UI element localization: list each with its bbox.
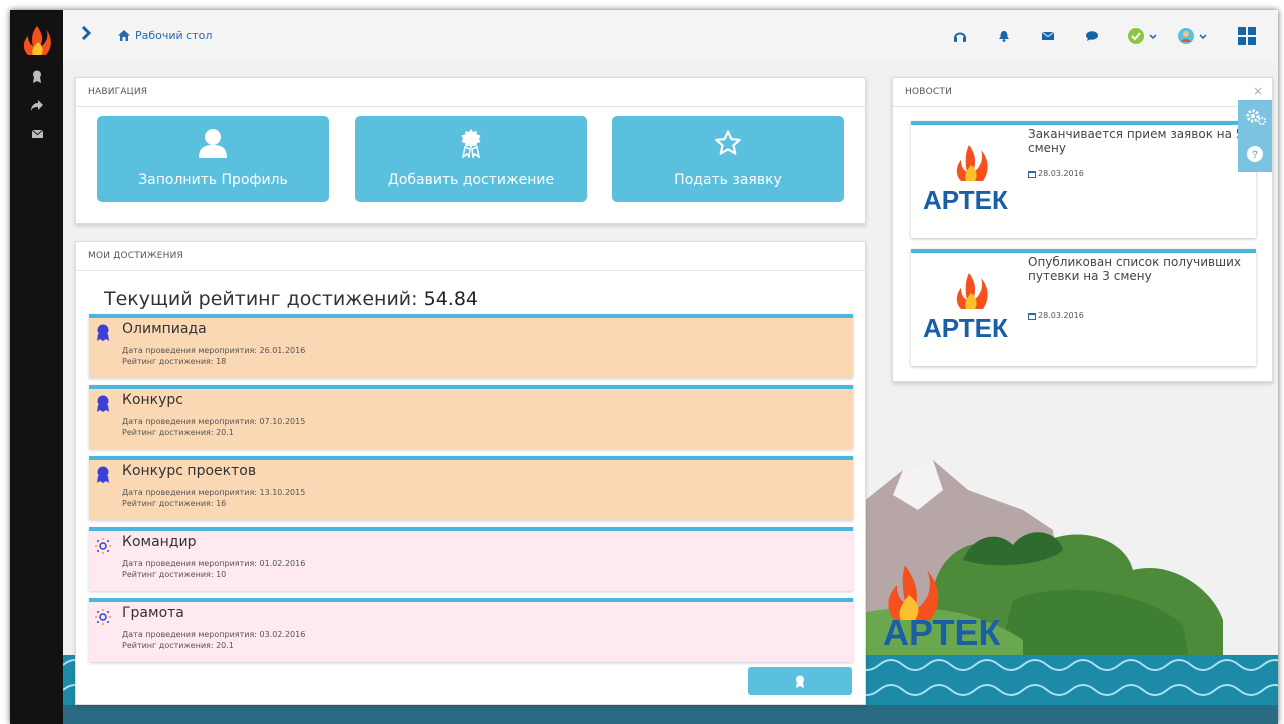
breadcrumb[interactable]: Рабочий стол: [118, 29, 212, 42]
news-title[interactable]: Опубликован список получивших путевки на…: [1028, 255, 1252, 283]
news-panel-title: НОВОСТИ: [893, 78, 1272, 107]
news-date-text: 28.03.2016: [1038, 169, 1084, 178]
achievement-item[interactable]: Конкурс Дата проведения мероприятия: 07.…: [89, 385, 853, 449]
current-rating-value: 54.84: [423, 288, 479, 310]
sun-icon: [95, 538, 111, 554]
medal-icon: [97, 395, 109, 412]
artek-logo: АРТЕК: [923, 273, 1008, 343]
achievement-rating: Рейтинг достижения: 10: [122, 570, 227, 579]
navigation-panel: НАВИГАЦИЯ Заполнить Профиль Добавить дос…: [75, 77, 866, 224]
achievement-date: Дата проведения мероприятия: 03.02.2016: [122, 630, 306, 639]
news-item[interactable]: АРТЕК Заканчивается прием заявок на 5 см…: [911, 121, 1256, 238]
svg-text:?: ?: [1252, 149, 1259, 161]
star-icon: [715, 130, 741, 155]
settings-gears-icon[interactable]: [1245, 108, 1267, 126]
envelope-icon[interactable]: [28, 125, 46, 143]
news-date: 28.03.2016: [1028, 169, 1084, 178]
medal-icon: [97, 466, 109, 483]
logo-flame-icon[interactable]: [22, 25, 52, 57]
award-icon: [461, 129, 481, 158]
news-item[interactable]: АРТЕК Опубликован список получивших путе…: [911, 249, 1256, 366]
achievement-rating: Рейтинг достижения: 20.1: [122, 428, 234, 437]
calendar-icon: [1028, 170, 1036, 178]
current-rating: Текущий рейтинг достижений: 54.84: [104, 288, 478, 310]
achievements-panel: МОИ ДОСТИЖЕНИЯ Текущий рейтинг достижени…: [75, 241, 866, 705]
all-achievements-button[interactable]: [748, 667, 852, 695]
achievement-item[interactable]: Конкурс проектов Дата проведения меропри…: [89, 456, 853, 520]
headset-icon[interactable]: [950, 24, 970, 48]
apps-grid-icon[interactable]: [1236, 24, 1258, 48]
user-icon: [199, 129, 227, 158]
medal-icon: [97, 324, 109, 341]
artek-logo-text: АРТЕК: [923, 185, 1008, 215]
avatar-icon[interactable]: [1176, 24, 1208, 48]
status-online-icon[interactable]: [1126, 24, 1158, 48]
chat-icon[interactable]: [1082, 24, 1102, 48]
achievements-panel-title: МОИ ДОСТИЖЕНИЯ: [76, 242, 865, 271]
fill-profile-label[interactable]: Заполнить Профиль: [97, 172, 329, 188]
fill-profile-button[interactable]: Заполнить Профиль: [97, 116, 329, 202]
news-title[interactable]: Заканчивается прием заявок на 5 смену: [1028, 127, 1252, 155]
submit-application-label[interactable]: Подать заявку: [612, 172, 844, 188]
achievement-date: Дата проведения мероприятия: 13.10.2015: [122, 488, 306, 497]
left-sidebar: [10, 10, 63, 724]
achievement-title: Командир: [122, 534, 197, 550]
award-icon: [796, 675, 804, 688]
current-rating-label: Текущий рейтинг достижений:: [104, 288, 418, 310]
add-achievement-label[interactable]: Добавить достижение: [355, 172, 587, 188]
app-window: АРТЕК Рабочий стол НАВИГАЦИЯ Заполнить П…: [10, 10, 1278, 724]
achievement-item[interactable]: Олимпиада Дата проведения мероприятия: 2…: [89, 314, 853, 378]
envelope-icon[interactable]: [1038, 24, 1058, 48]
sun-icon: [95, 609, 111, 625]
achievement-rating: Рейтинг достижения: 16: [122, 499, 227, 508]
achievement-title: Олимпиада: [122, 321, 207, 337]
side-tools-panel: ?: [1238, 100, 1272, 172]
breadcrumb-label[interactable]: Рабочий стол: [135, 29, 212, 42]
achievement-date: Дата проведения мероприятия: 01.02.2016: [122, 559, 306, 568]
share-icon[interactable]: [28, 96, 46, 114]
calendar-icon: [1028, 312, 1036, 320]
award-icon[interactable]: [28, 67, 46, 85]
home-icon: [118, 30, 130, 41]
achievement-date: Дата проведения мероприятия: 07.10.2015: [122, 417, 306, 426]
add-achievement-button[interactable]: Добавить достижение: [355, 116, 587, 202]
bell-icon[interactable]: [994, 24, 1014, 48]
artek-logo: АРТЕК: [923, 145, 1008, 215]
achievement-title: Конкурс: [122, 392, 183, 408]
news-date: 28.03.2016: [1028, 311, 1084, 320]
artek-logo-text: АРТЕК: [923, 313, 1008, 343]
news-date-text: 28.03.2016: [1038, 311, 1084, 320]
achievement-rating: Рейтинг достижения: 20.1: [122, 641, 234, 650]
achievement-date: Дата проведения мероприятия: 26.01.2016: [122, 346, 306, 355]
artek-bg-logo-text: АРТЕК: [883, 612, 1002, 653]
achievement-item[interactable]: Командир Дата проведения мероприятия: 01…: [89, 527, 853, 591]
top-bar: Рабочий стол: [63, 10, 1278, 62]
achievement-title: Грамота: [122, 605, 184, 621]
submit-application-button[interactable]: Подать заявку: [612, 116, 844, 202]
close-icon[interactable]: ×: [1253, 84, 1263, 98]
news-panel: НОВОСТИ × АРТЕК Заканчивается прием заяв…: [892, 77, 1273, 382]
sidebar-toggle-chevron-icon[interactable]: [81, 25, 95, 44]
achievement-rating: Рейтинг достижения: 18: [122, 357, 227, 366]
achievement-title: Конкурс проектов: [122, 463, 257, 479]
navigation-panel-title: НАВИГАЦИЯ: [76, 78, 865, 107]
achievement-item[interactable]: Грамота Дата проведения мероприятия: 03.…: [89, 598, 853, 662]
topbar-icons: [938, 24, 1278, 48]
help-question-icon[interactable]: ?: [1247, 146, 1263, 162]
